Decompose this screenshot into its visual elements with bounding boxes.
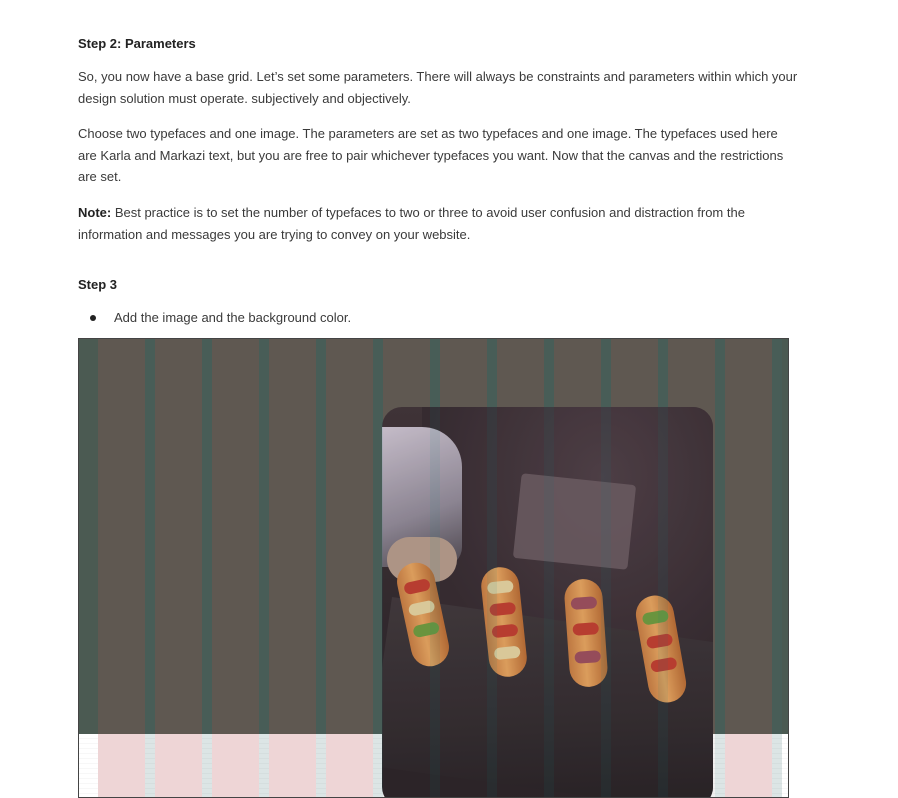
apron-pocket xyxy=(512,473,637,570)
grid-column xyxy=(269,339,316,734)
step3-heading: Step 3 xyxy=(78,277,118,292)
grid-illustration xyxy=(78,338,789,798)
step2-paragraph-1: So, you now have a base grid. Let’s set … xyxy=(78,69,798,106)
grid-column-lower xyxy=(98,734,145,797)
note-text: Best practice is to set the number of ty… xyxy=(78,205,745,242)
grid-column-lower xyxy=(326,734,373,797)
bullet-icon xyxy=(90,315,96,321)
eclair-3 xyxy=(563,577,609,689)
list-item-text: Add the image and the background color. xyxy=(114,310,352,325)
grid-column xyxy=(155,339,202,734)
list-item: Add the image and the background color. xyxy=(78,309,351,327)
eclairs-on-slate-photo xyxy=(382,407,713,797)
step3-bullet-list: Add the image and the background color. xyxy=(78,309,351,327)
grid-column xyxy=(326,339,373,734)
grid-column-lower xyxy=(155,734,202,797)
grid-column xyxy=(212,339,259,734)
note-paragraph: Note: Best practice is to set the number… xyxy=(78,202,798,245)
step2-paragraph-2: Choose two typefaces and one image. The … xyxy=(78,126,784,184)
grid-column xyxy=(725,339,772,734)
grid-column-lower xyxy=(269,734,316,797)
grid-column-lower xyxy=(212,734,259,797)
grid-column-lower xyxy=(725,734,772,797)
grid-column xyxy=(98,339,145,734)
note-label: Note: xyxy=(78,205,112,220)
step2-heading: Step 2: Parameters xyxy=(78,36,196,51)
